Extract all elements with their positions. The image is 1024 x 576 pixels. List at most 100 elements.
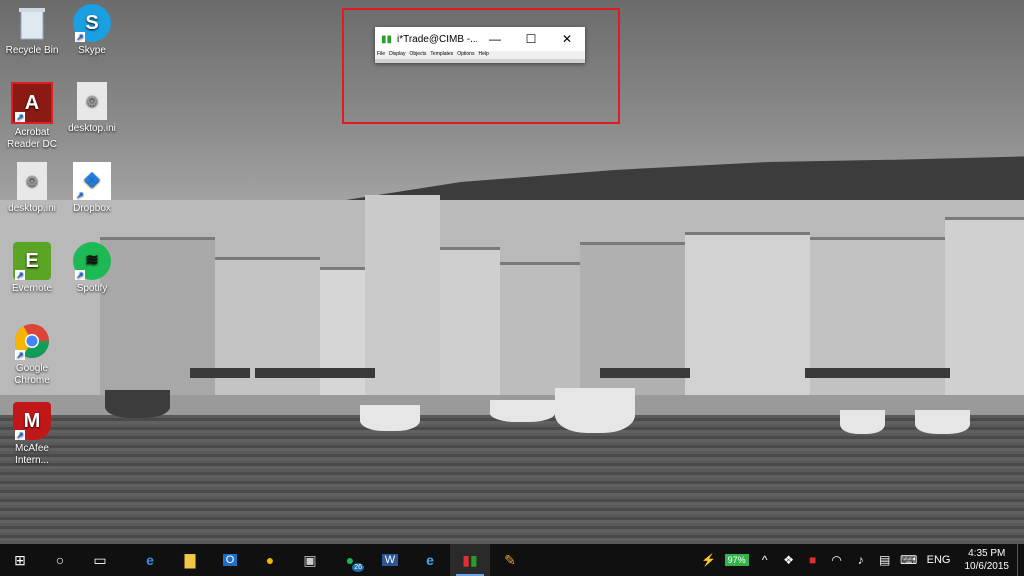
- wallpaper-building: [215, 257, 320, 410]
- wallpaper-building: [945, 217, 1024, 410]
- desktop-icon-spotify[interactable]: ≋ ↗ Spotify: [60, 242, 124, 295]
- show-desktop-button[interactable]: [1017, 544, 1024, 576]
- wallpaper-boat: [840, 410, 885, 434]
- keyboard-icon[interactable]: ⌨: [897, 544, 921, 576]
- wallpaper-sea: [0, 415, 1024, 544]
- wallpaper-boat: [915, 410, 970, 434]
- wifi-icon[interactable]: ◠: [825, 544, 849, 576]
- wallpaper-church: [365, 195, 440, 410]
- wallpaper-awning: [600, 368, 690, 378]
- window-title: i*Trade@CIMB -...: [397, 33, 477, 45]
- close-button[interactable]: ✕: [549, 27, 585, 51]
- clock-time: 4:35 PM: [968, 548, 1006, 559]
- desktop-icon-label: desktop.ini: [8, 203, 56, 214]
- window-menubar: File Display Objects Templates Options H…: [375, 51, 585, 59]
- wallpaper-boat: [105, 390, 170, 418]
- acrobat-icon: A ↗: [11, 82, 53, 124]
- taskbar-app-itrade[interactable]: ▮▮: [450, 544, 490, 576]
- desktop-icon-mcafee[interactable]: M ↗ McAfee Intern...: [0, 402, 64, 467]
- desktop-icon-recycle-bin[interactable]: Recycle Bin: [0, 4, 64, 57]
- chrome-icon: ↗: [13, 322, 51, 360]
- recycle-bin-icon: [13, 4, 51, 42]
- taskbar-app-word[interactable]: W: [370, 544, 410, 576]
- taskbar-app-explorer[interactable]: ▣: [290, 544, 330, 576]
- wallpaper-building: [685, 232, 810, 410]
- power-plug-icon[interactable]: ⚡: [697, 544, 721, 576]
- ie-icon: e: [426, 552, 434, 568]
- menu-templates[interactable]: Templates: [430, 51, 453, 59]
- language-indicator[interactable]: ENG: [921, 554, 957, 566]
- desktop-icon-label: Recycle Bin: [5, 45, 59, 56]
- desktop-icon-label: Spotify: [76, 283, 108, 294]
- highlight-box: [342, 8, 620, 124]
- windows-icon: ⊞: [14, 551, 26, 568]
- taskbar-app-edge[interactable]: e: [130, 544, 170, 576]
- wallpaper-boat: [360, 405, 420, 431]
- outlook-icon: O: [222, 554, 238, 566]
- desktop-icon-label: Skype: [78, 45, 106, 56]
- desktop-icon-label: Dropbox: [73, 203, 111, 214]
- taskbar-app-file-explorer[interactable]: ▇: [170, 544, 210, 576]
- wallpaper-boat: [490, 400, 555, 422]
- desktop-icon-label: McAfee Intern...: [15, 443, 49, 466]
- window-titlebar[interactable]: ▮▮ i*Trade@CIMB -... — ☐ ✕: [375, 27, 585, 51]
- window-toolbar: [375, 59, 585, 63]
- menu-options[interactable]: Options: [457, 51, 474, 59]
- dropbox-icon: ❖ ↗: [73, 162, 111, 200]
- show-hidden-icons-button[interactable]: ^: [753, 544, 777, 576]
- menu-help[interactable]: Help: [478, 51, 488, 59]
- wallpaper-awning: [190, 368, 250, 378]
- taskbar-app-outlook[interactable]: O: [210, 544, 250, 576]
- taskbar-app-spotify[interactable]: ● 26: [330, 544, 370, 576]
- taskbar-app-paint[interactable]: ✎: [490, 544, 530, 576]
- wallpaper-building: [810, 237, 945, 410]
- chrome-icon: ●: [265, 552, 275, 568]
- wallpaper-awning: [255, 368, 375, 378]
- desktop-icon-desktop-ini-2[interactable]: ⚙ desktop.ini: [0, 162, 64, 215]
- clock[interactable]: 4:35 PM 10/6/2015: [957, 547, 1018, 573]
- word-icon: W: [381, 554, 399, 566]
- desktop-icon-desktop-ini[interactable]: ⚙ desktop.ini: [60, 82, 124, 135]
- edge-icon: e: [146, 552, 154, 568]
- itrade-window[interactable]: ▮▮ i*Trade@CIMB -... — ☐ ✕ File Display …: [375, 27, 585, 63]
- paint-icon: ✎: [504, 551, 516, 568]
- menu-display[interactable]: Display: [389, 51, 405, 59]
- skype-icon: S ↗: [73, 4, 111, 42]
- maximize-button[interactable]: ☐: [513, 27, 549, 51]
- menu-objects[interactable]: Objects: [409, 51, 426, 59]
- task-view-icon: ▭: [93, 551, 107, 568]
- action-center-icon[interactable]: ▤: [873, 544, 897, 576]
- wallpaper-awning: [805, 368, 950, 378]
- taskbar-app-chrome[interactable]: ●: [250, 544, 290, 576]
- file-icon: ⚙: [17, 162, 47, 200]
- evernote-icon: E ↗: [13, 242, 51, 280]
- menu-file[interactable]: File: [377, 51, 385, 59]
- wallpaper-town: [0, 195, 1024, 410]
- folder-icon: ▇: [184, 551, 196, 568]
- desktop-icon-label: Google Chrome: [14, 363, 50, 386]
- system-tray: ⚡ 97% ^ ❖ ■ ◠ ♪ ▤ ⌨ ENG 4:35 PM 10/6/201…: [697, 544, 1024, 576]
- desktop-icon-label: Evernote: [11, 283, 53, 294]
- desktop-icon-chrome[interactable]: ↗ Google Chrome: [0, 322, 64, 387]
- start-button[interactable]: ⊞: [0, 544, 40, 576]
- task-view-button[interactable]: ▭: [80, 544, 120, 576]
- search-icon: ○: [55, 552, 65, 568]
- desktop-icon-dropbox[interactable]: ❖ ↗ Dropbox: [60, 162, 124, 215]
- window-icon: ▣: [303, 551, 317, 568]
- minimize-button[interactable]: —: [477, 27, 513, 51]
- spotify-icon: ≋ ↗: [73, 242, 111, 280]
- spotify-badge: 26: [352, 563, 364, 572]
- battery-indicator[interactable]: 97%: [724, 554, 749, 566]
- mcafee-tray-icon[interactable]: ■: [801, 544, 825, 576]
- desktop-icon-label: desktop.ini: [68, 123, 116, 134]
- file-icon: ⚙: [77, 82, 107, 120]
- desktop-icon-skype[interactable]: S ↗ Skype: [60, 4, 124, 57]
- desktop-icon-evernote[interactable]: E ↗ Evernote: [0, 242, 64, 295]
- dropbox-tray-icon[interactable]: ❖: [777, 544, 801, 576]
- desktop-icon-acrobat[interactable]: A ↗ Acrobat Reader DC: [0, 82, 64, 151]
- search-button[interactable]: ○: [40, 544, 80, 576]
- taskbar-app-internet-explorer[interactable]: e: [410, 544, 450, 576]
- volume-icon[interactable]: ♪: [849, 544, 873, 576]
- mcafee-icon: M ↗: [13, 402, 51, 440]
- wallpaper-building: [580, 242, 685, 410]
